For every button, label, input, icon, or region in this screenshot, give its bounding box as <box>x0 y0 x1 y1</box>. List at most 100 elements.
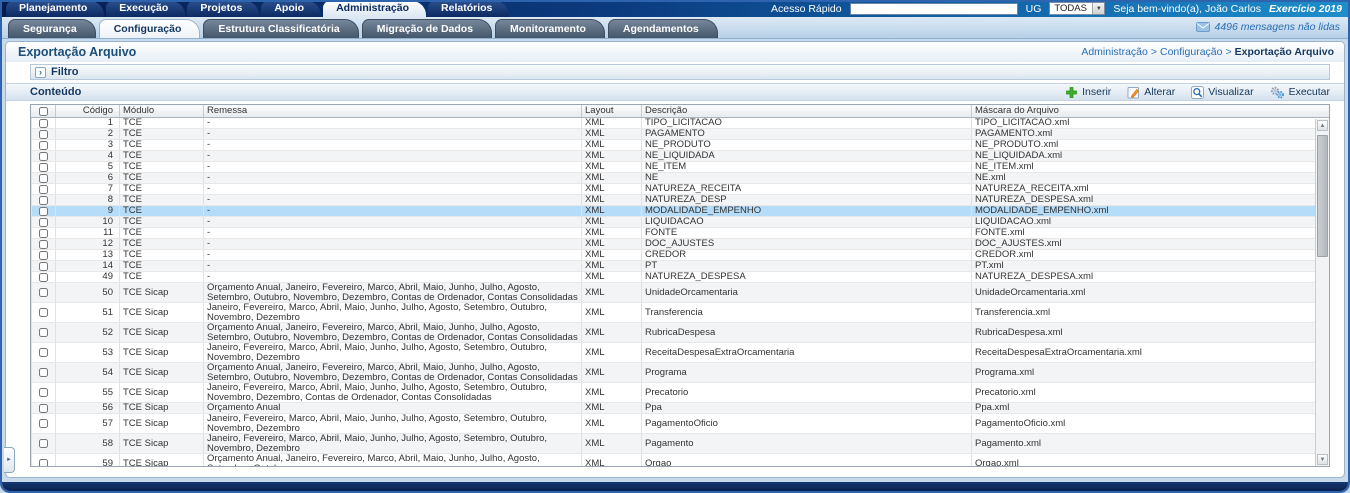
scrollbar-thumb[interactable] <box>1317 135 1328 257</box>
table-row[interactable]: 49TCE-XMLNATUREZA_DESPESANATUREZA_DESPES… <box>31 272 1329 283</box>
cell-remessa: Orçamento Anual, Janeiro, Fevereiro, Mar… <box>203 323 581 342</box>
row-checkbox[interactable] <box>39 163 48 172</box>
table-row[interactable]: 14TCE-XMLPTPT.xml <box>31 261 1329 272</box>
table-row[interactable]: 6TCE-XMLNENE.xml <box>31 173 1329 184</box>
cell-remessa: - <box>203 184 581 194</box>
table-row[interactable]: 3TCE-XMLNE_PRODUTONE_PRODUTO.xml <box>31 140 1329 151</box>
table-row[interactable]: 13TCE-XMLCREDORCREDOR.xml <box>31 250 1329 261</box>
table-row[interactable]: 59TCE SicapOrçamento Anual, Janeiro, Fev… <box>31 454 1329 466</box>
cell-modulo: TCE Sicap <box>119 343 203 362</box>
row-checkbox[interactable] <box>39 185 48 194</box>
column-header-descricao[interactable]: Descrição <box>641 105 971 117</box>
table-row[interactable]: 58TCE SicapJaneiro, Fevereiro, Marco, Ab… <box>31 434 1329 454</box>
table-row[interactable]: 55TCE SicapJaneiro, Fevereiro, Marco, Ab… <box>31 383 1329 403</box>
cell-layout: XML <box>581 414 641 433</box>
row-checkbox[interactable] <box>39 207 48 216</box>
select-all-checkbox[interactable] <box>39 107 48 116</box>
inserir-button[interactable]: Inserir <box>1065 86 1111 99</box>
cell-descricao: NE_PRODUTO <box>641 140 971 150</box>
table-row[interactable]: 10TCE-XMLLIQUIDACAOLIQUIDACAO.xml <box>31 217 1329 228</box>
row-checkbox[interactable] <box>39 119 48 128</box>
table-row[interactable]: 1TCE-XMLTIPO_LICITACAOTIPO_LICITACAO.xml <box>31 118 1329 129</box>
cell-layout: XML <box>581 129 641 139</box>
alterar-button[interactable]: Alterar <box>1127 86 1175 99</box>
table-row[interactable]: 54TCE SicapOrçamento Anual, Janeiro, Fev… <box>31 363 1329 383</box>
table-row[interactable]: 51TCE SicapJaneiro, Fevereiro, Marco, Ab… <box>31 303 1329 323</box>
row-checkbox[interactable] <box>39 404 48 413</box>
top-tab-projetos[interactable]: Projetos <box>187 1 259 17</box>
row-checkbox[interactable] <box>39 419 48 428</box>
row-checkbox[interactable] <box>39 308 48 317</box>
row-checkbox[interactable] <box>39 368 48 377</box>
executar-button[interactable]: Executar <box>1270 86 1330 99</box>
row-checkbox[interactable] <box>39 218 48 227</box>
breadcrumb-item-administracao[interactable]: Administração <box>1081 46 1148 58</box>
table-row[interactable]: 9TCE-XMLMODALIDADE_EMPENHOMODALIDADE_EMP… <box>31 206 1329 217</box>
cell-descricao: CREDOR <box>641 250 971 260</box>
table-row[interactable]: 53TCE SicapJaneiro, Fevereiro, Marco, Ab… <box>31 343 1329 363</box>
cell-remessa: Janeiro, Fevereiro, Marco, Abril, Maio, … <box>203 434 581 453</box>
ug-select[interactable]: TODAS ▼ <box>1049 2 1105 15</box>
row-checkbox[interactable] <box>39 196 48 205</box>
table-row[interactable]: 5TCE-XMLNE_ITEMNE_ITEM.xml <box>31 162 1329 173</box>
row-checkbox[interactable] <box>39 273 48 282</box>
breadcrumb-item-configuracao[interactable]: Configuração <box>1160 46 1222 58</box>
row-checkbox[interactable] <box>39 152 48 161</box>
messages-badge[interactable]: 4496 mensagens não lidas <box>1196 21 1340 33</box>
cell-mascara: Pagamento.xml <box>971 434 1329 453</box>
row-checkbox[interactable] <box>39 288 48 297</box>
table-row[interactable]: 50TCE SicapOrçamento Anual, Janeiro, Fev… <box>31 283 1329 303</box>
row-checkbox[interactable] <box>39 174 48 183</box>
sub-tab-seguranca[interactable]: Segurança <box>8 19 96 38</box>
sub-tab-migracao-de-dados[interactable]: Migração de Dados <box>362 19 492 38</box>
scroll-down-icon[interactable]: ▼ <box>1317 454 1328 465</box>
table-row[interactable]: 2TCE-XMLPAGAMENTOPAGAMENTO.xml <box>31 129 1329 140</box>
visualizar-button[interactable]: Visualizar <box>1191 86 1253 99</box>
table-row[interactable]: 52TCE SicapOrçamento Anual, Janeiro, Fev… <box>31 323 1329 343</box>
table-row[interactable]: 8TCE-XMLNATUREZA_DESPNATUREZA_DESPESA.xm… <box>31 195 1329 206</box>
top-tab-relatorios[interactable]: Relatórios <box>428 1 509 17</box>
column-header-layout[interactable]: Layout <box>581 105 641 117</box>
cell-codigo: 50 <box>55 283 119 302</box>
row-checkbox[interactable] <box>39 348 48 357</box>
column-header-codigo[interactable]: Código <box>55 105 119 117</box>
primary-tabs: PlanejamentoExecuçãoProjetosApoioAdminis… <box>6 1 511 17</box>
top-tab-apoio[interactable]: Apoio <box>261 1 321 17</box>
quick-access-input[interactable] <box>850 3 1018 15</box>
column-header-remessa[interactable]: Remessa <box>203 105 581 117</box>
table-row[interactable]: 12TCE-XMLDOC_AJUSTESDOC_AJUSTES.xml <box>31 239 1329 250</box>
sidebar-collapse-handle[interactable]: ► <box>4 447 15 473</box>
row-checkbox[interactable] <box>39 229 48 238</box>
table-row[interactable]: 56TCE SicapOrçamento AnualXMLPpaPpa.xml <box>31 403 1329 414</box>
table-row[interactable]: 11TCE-XMLFONTEFONTE.xml <box>31 228 1329 239</box>
row-checkbox[interactable] <box>39 130 48 139</box>
table-scrollbar[interactable]: ▲ ▼ <box>1315 119 1329 466</box>
top-tab-execucao[interactable]: Execução <box>106 1 185 17</box>
table-row[interactable]: 4TCE-XMLNE_LIQUIDADANE_LIQUIDADA.xml <box>31 151 1329 162</box>
filter-section-toggle[interactable]: › Filtro <box>30 64 1330 80</box>
column-header-modulo[interactable]: Módulo <box>119 105 203 117</box>
table-row[interactable]: 7TCE-XMLNATUREZA_RECEITANATUREZA_RECEITA… <box>31 184 1329 195</box>
row-checkbox[interactable] <box>39 141 48 150</box>
cell-mascara: NE_PRODUTO.xml <box>971 140 1329 150</box>
row-checkbox[interactable] <box>39 439 48 448</box>
sub-tab-agendamentos[interactable]: Agendamentos <box>608 19 718 38</box>
sub-tab-monitoramento[interactable]: Monitoramento <box>495 19 605 38</box>
row-checkbox[interactable] <box>39 459 48 466</box>
top-tab-planejamento[interactable]: Planejamento <box>6 1 104 17</box>
cell-mascara: RubricaDespesa.xml <box>971 323 1329 342</box>
cell-mascara: MODALIDADE_EMPENHO.xml <box>971 206 1329 216</box>
sub-tab-estrutura-classificatoria[interactable]: Estrutura Classificatória <box>203 19 358 38</box>
row-checkbox[interactable] <box>39 388 48 397</box>
row-select-cell <box>31 118 55 128</box>
top-tab-administracao[interactable]: Administração <box>323 1 426 17</box>
table-row[interactable]: 57TCE SicapJaneiro, Fevereiro, Marco, Ab… <box>31 414 1329 434</box>
cell-layout: XML <box>581 173 641 183</box>
scroll-up-icon[interactable]: ▲ <box>1317 120 1328 131</box>
sub-tab-configuracao[interactable]: Configuração <box>99 19 201 38</box>
row-checkbox[interactable] <box>39 240 48 249</box>
column-header-mascara-do-arquivo[interactable]: Máscara do Arquivo <box>971 105 1329 117</box>
row-checkbox[interactable] <box>39 251 48 260</box>
row-checkbox[interactable] <box>39 262 48 271</box>
row-checkbox[interactable] <box>39 328 48 337</box>
